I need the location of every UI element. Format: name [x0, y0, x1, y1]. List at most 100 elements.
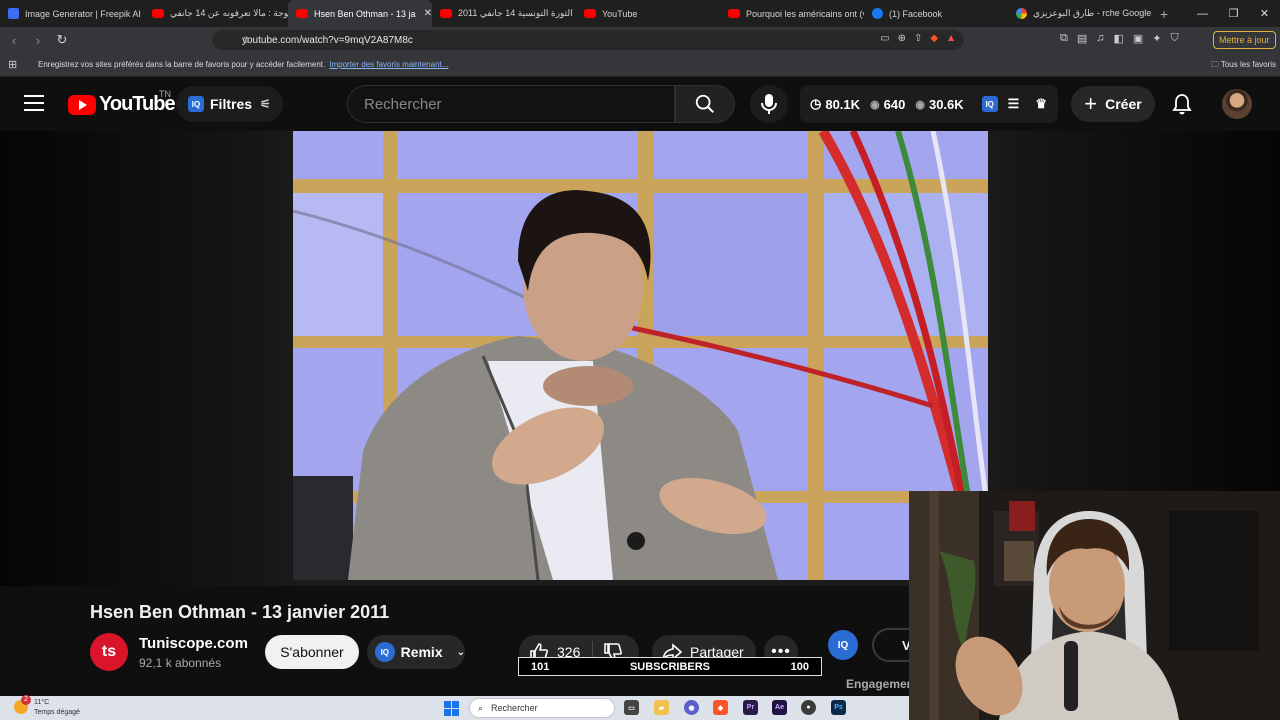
- brave-rewards-icon[interactable]: ▲: [946, 33, 956, 44]
- trophy-icon[interactable]: ♛: [1035, 96, 1047, 112]
- window-controls: — ❐ ✕: [1187, 0, 1280, 27]
- sidebar-icon[interactable]: ◧: [1114, 32, 1124, 45]
- reload-icon[interactable]: ↻: [52, 32, 72, 48]
- cast-icon[interactable]: ▭: [880, 33, 889, 44]
- extension-icons: ⧉ ▤ ♫ ◧ ▣ ✦ ⛉: [1060, 32, 1179, 45]
- list-icon[interactable]: ☰: [1008, 96, 1020, 112]
- menu-icon[interactable]: [24, 95, 44, 116]
- brave-browser-icon[interactable]: ◆: [713, 700, 728, 715]
- microphone-icon: [761, 94, 777, 114]
- obs-icon[interactable]: ●: [801, 700, 816, 715]
- site-info-icon[interactable]: ⚙: [242, 35, 250, 46]
- iq-icon: IQ: [375, 642, 395, 662]
- search-box: [347, 85, 675, 123]
- create-button[interactable]: + Créer: [1071, 86, 1155, 122]
- vpn-icon[interactable]: ⛉: [1171, 32, 1179, 45]
- youtube-play-icon: [68, 94, 96, 115]
- iq-icon[interactable]: IQ: [981, 96, 998, 112]
- eye-icon: ◉: [915, 98, 925, 111]
- zoom-icon[interactable]: ⊕: [898, 33, 906, 44]
- browser-tab[interactable]: Image Generator | Freepik AI: [0, 0, 144, 27]
- update-button[interactable]: Mettre à jour: [1213, 31, 1276, 49]
- watch-hours: 80.1K: [825, 96, 861, 112]
- webcam-image: [909, 491, 1280, 720]
- youtube-favicon-icon: [152, 9, 164, 18]
- close-window-icon[interactable]: ✕: [1249, 7, 1280, 20]
- file-explorer-icon[interactable]: ▰: [654, 700, 669, 715]
- discord-icon[interactable]: ◉: [684, 700, 699, 715]
- youtube-favicon-icon: [728, 9, 740, 18]
- youtube-logo[interactable]: YouTube TN: [68, 89, 176, 116]
- minimize-icon[interactable]: —: [1187, 8, 1218, 20]
- leo-icon[interactable]: ✦: [1152, 32, 1161, 45]
- channel-subscriber-count: 92,1 k abonnés: [139, 656, 222, 670]
- iq-icon: IQ: [188, 96, 204, 112]
- reading-list-icon[interactable]: ▤: [1077, 32, 1087, 45]
- browser-tab[interactable]: الثورة التونسية 14 جانفي 2011: [432, 0, 576, 27]
- forward-icon[interactable]: ›: [28, 33, 48, 48]
- import-bookmarks-link[interactable]: Importer des favoris maintenant...: [329, 60, 448, 69]
- browser-tab[interactable]: طارق البوعزيزي - rche Google: [1008, 0, 1152, 27]
- subscriber-label: SUBSCRIBERS: [629, 660, 711, 673]
- new-tab-icon[interactable]: +: [1152, 6, 1176, 22]
- browser-tab-active[interactable]: Hsen Ben Othman - 13 ja ✕: [288, 0, 432, 27]
- total-views: 30.6K: [928, 96, 964, 112]
- subscribe-button[interactable]: S'abonner: [265, 635, 359, 669]
- video-content-image: [293, 131, 988, 580]
- channel-stats-widget[interactable]: ◷ 80.1K ◉ 640 ◉ 30.6K IQ ☰ ♛: [800, 85, 1058, 123]
- address-bar[interactable]: ⚙ youtube.com/watch?v=9mqV2A87M8c ▭ ⊕ ⇧ …: [212, 30, 964, 50]
- folder-icon: 🗀︎: [1210, 60, 1219, 69]
- notifications-bell-icon[interactable]: [1172, 93, 1192, 115]
- notification-badge: 2: [21, 695, 31, 705]
- google-favicon-icon: [1016, 8, 1027, 19]
- subscriber-goal: 100: [790, 660, 809, 673]
- extensions-icon[interactable]: ⧉: [1060, 32, 1068, 45]
- browser-tab[interactable]: (1) Facebook: [864, 0, 1008, 27]
- omnibox-icons: ▭ ⊕ ⇧ ◆ ▲: [880, 33, 956, 44]
- brave-shield-icon[interactable]: ◆: [930, 33, 938, 44]
- browser-tab[interactable]: Pourquoi les américains ont (v: [720, 0, 864, 27]
- filters-button[interactable]: IQ Filtres ⚟: [176, 86, 283, 122]
- video-info-section: Hsen Ben Othman - 13 janvier 2011 ts Tun…: [0, 586, 932, 694]
- windows-start-icon[interactable]: [444, 701, 459, 716]
- eye-icon: ◉: [870, 98, 880, 111]
- account-avatar[interactable]: [1222, 89, 1252, 119]
- browser-tab[interactable]: YouTube: [576, 0, 720, 27]
- subscriber-progress-overlay: 101 SUBSCRIBERS 100: [518, 657, 822, 676]
- youtube-favicon-icon: [584, 9, 596, 18]
- photoshop-icon[interactable]: Ps: [831, 700, 846, 715]
- music-icon[interactable]: ♫: [1096, 32, 1104, 45]
- weather-temp: 11°C: [34, 699, 50, 706]
- chevron-down-icon[interactable]: ⌄: [457, 647, 465, 658]
- sliders-icon: ⚟: [260, 97, 271, 111]
- browser-toolbar: ‹ › ↻ 🔖︎ ⚙ youtube.com/watch?v=9mqV2A87M…: [0, 27, 1280, 53]
- bookmarks-prompt: Enregistrez vos sites préférés dans la b…: [38, 60, 326, 69]
- close-tab-icon[interactable]: ✕: [424, 8, 432, 19]
- search-input[interactable]: [364, 95, 674, 113]
- wallet-icon[interactable]: ▣: [1133, 32, 1143, 45]
- maximize-icon[interactable]: ❐: [1218, 7, 1249, 20]
- remix-button[interactable]: IQ Remix ⌄: [367, 635, 465, 669]
- youtube-favicon-icon: [440, 9, 452, 18]
- weather-widget[interactable]: 2 11°C Temps dégagé: [14, 695, 80, 718]
- search-button[interactable]: [675, 85, 735, 123]
- youtube-masthead: YouTube TN IQ Filtres ⚟ ◷ 80.1K ◉ 640 ◉ …: [0, 77, 1280, 131]
- browser-tab[interactable]: بالحوجة : مالا تعرفونه عن 14 جانفي: [144, 0, 288, 27]
- iq-action-button[interactable]: IQ: [828, 630, 858, 660]
- voice-search-button[interactable]: [750, 85, 788, 123]
- back-icon[interactable]: ‹: [4, 33, 24, 48]
- weather-desc: Temps dégagé: [34, 709, 80, 716]
- freepik-favicon-icon: [8, 8, 19, 19]
- channel-avatar[interactable]: ts: [90, 633, 128, 671]
- all-bookmarks[interactable]: 🗀︎ Tous les favoris: [1211, 59, 1276, 73]
- browser-tab-strip: Image Generator | Freepik AI بالحوجة : م…: [0, 0, 1280, 27]
- taskbar-search[interactable]: ⌕ Rechercher: [469, 698, 615, 718]
- video-frame[interactable]: [293, 131, 988, 580]
- channel-name[interactable]: Tuniscope.com: [139, 635, 248, 652]
- plus-icon: +: [1084, 91, 1098, 116]
- task-view-icon[interactable]: ▭: [624, 700, 639, 715]
- apps-grid-icon[interactable]: ⊞: [8, 58, 20, 71]
- premiere-pro-icon[interactable]: Pr: [743, 700, 758, 715]
- share-icon[interactable]: ⇧: [914, 33, 922, 44]
- after-effects-icon[interactable]: Ae: [772, 700, 787, 715]
